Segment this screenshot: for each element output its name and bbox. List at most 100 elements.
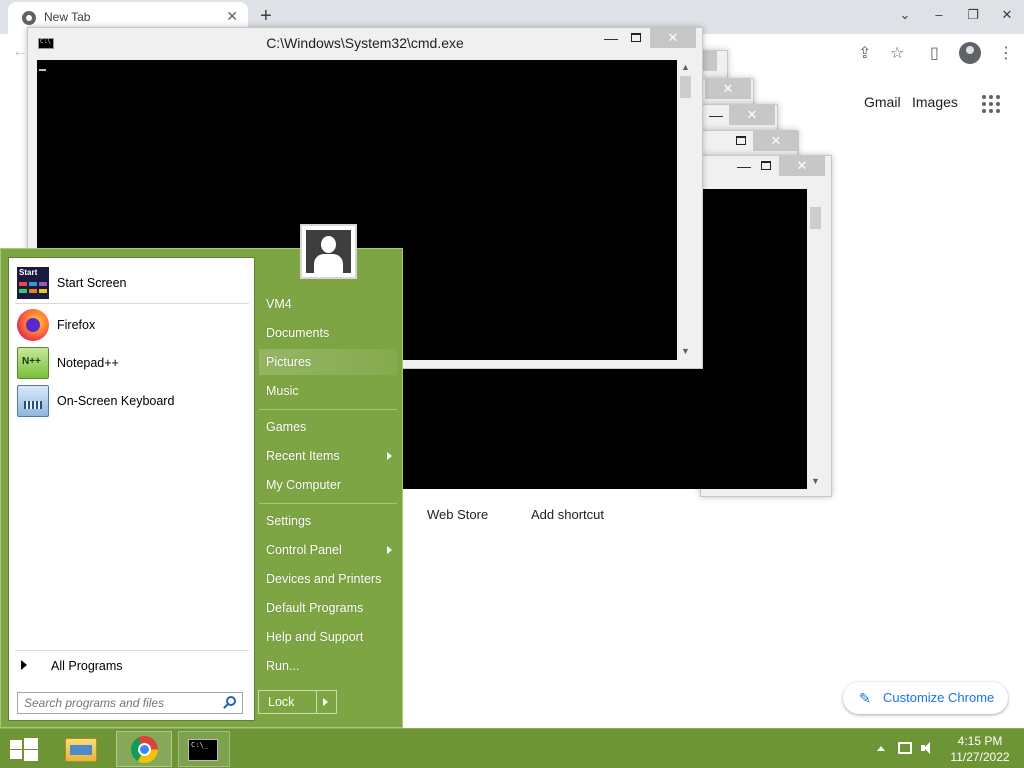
user-body-icon — [314, 254, 343, 273]
place-pictures[interactable]: Pictures — [259, 349, 397, 375]
place-games[interactable]: Games — [259, 414, 397, 440]
user-avatar[interactable] — [300, 224, 357, 279]
back-arrow-icon[interactable]: ← — [12, 43, 28, 61]
maximize-icon[interactable] — [631, 33, 641, 42]
console-area[interactable] — [703, 189, 807, 489]
scrollbar[interactable]: ▼ — [807, 189, 825, 489]
place-help-support[interactable]: Help and Support — [259, 624, 397, 650]
close-icon[interactable]: ✕ — [779, 156, 825, 176]
cmd-window-back[interactable]: — ✕ ▼ — [700, 155, 832, 497]
taskbar-cmd[interactable] — [178, 731, 230, 767]
chrome-favicon-icon — [22, 11, 36, 25]
lock-button[interactable]: Lock — [258, 690, 337, 714]
start-menu: Start Start Screen Firefox Notepad++ On-… — [0, 224, 403, 728]
place-my-computer[interactable]: My Computer — [259, 472, 397, 498]
place-run[interactable]: Run... — [259, 653, 397, 679]
program-notepad-plus-plus[interactable]: Notepad++ — [15, 344, 249, 382]
pencil-icon: ✎ — [859, 690, 871, 706]
gmail-link[interactable]: Gmail — [864, 94, 901, 110]
close-icon[interactable]: ✕ — [650, 28, 696, 48]
side-panel-icon[interactable]: ▯ — [930, 43, 939, 63]
new-tab-button[interactable]: + — [260, 5, 272, 28]
volume-icon[interactable] — [921, 741, 930, 755]
cmd-titlebar[interactable]: C:\Windows\System32\cmd.exe — ✕ — [28, 28, 702, 58]
restore-button[interactable]: ❐ — [956, 0, 990, 32]
scroll-down-icon[interactable]: ▼ — [811, 476, 820, 486]
tab-close-icon[interactable]: ✕ — [226, 8, 238, 25]
window-controls: ⌄ – ❐ ✕ — [888, 0, 1024, 32]
taskbar-chrome[interactable] — [116, 731, 172, 767]
place-music[interactable]: Music — [259, 378, 397, 404]
place-user[interactable]: VM4 — [259, 291, 397, 317]
power-options-arrow-icon[interactable] — [323, 698, 328, 706]
maximize-icon[interactable] — [736, 136, 746, 145]
minimize-icon[interactable]: — — [709, 107, 723, 123]
user-head-icon — [321, 236, 336, 253]
minimize-icon[interactable]: — — [737, 158, 751, 174]
scrollbar[interactable]: ▲ ▼ — [677, 60, 695, 360]
clock-time: 4:15 PM — [957, 734, 1003, 748]
program-firefox[interactable]: Firefox — [15, 306, 249, 344]
scrollbar-thumb[interactable] — [680, 76, 691, 98]
customize-chrome-button[interactable]: ✎ Customize Chrome — [843, 682, 1008, 714]
search-icon[interactable] — [226, 696, 236, 706]
scrollbar-thumb[interactable] — [810, 207, 821, 229]
google-apps-icon[interactable] — [982, 95, 1000, 113]
notepad-plus-plus-icon — [17, 347, 49, 379]
place-recent-items[interactable]: Recent Items — [259, 443, 397, 469]
scroll-down-icon[interactable]: ▼ — [681, 346, 690, 356]
control-panel-label: Control Panel — [266, 543, 342, 557]
customize-chrome-label: Customize Chrome — [883, 690, 995, 705]
keyboard-icon — [17, 385, 49, 417]
program-label: Notepad++ — [57, 356, 119, 370]
divider — [259, 409, 397, 410]
recent-items-label: Recent Items — [266, 449, 340, 463]
start-search-box[interactable] — [17, 692, 243, 714]
minimize-icon[interactable]: — — [604, 30, 618, 46]
place-documents[interactable]: Documents — [259, 320, 397, 346]
network-icon[interactable] — [898, 742, 912, 754]
taskbar-file-explorer[interactable] — [57, 731, 105, 767]
submenu-arrow-icon — [387, 452, 392, 460]
lock-label: Lock — [268, 695, 295, 709]
tab-search-button[interactable]: ⌄ — [888, 0, 922, 32]
program-start-screen[interactable]: Start Start Screen — [15, 264, 249, 302]
maximize-icon[interactable] — [761, 161, 771, 170]
close-icon[interactable]: ✕ — [753, 131, 799, 151]
program-on-screen-keyboard[interactable]: On-Screen Keyboard — [15, 382, 249, 420]
shortcut-add[interactable]: Add shortcut — [531, 507, 604, 522]
start-menu-programs-pane: Start Start Screen Firefox Notepad++ On-… — [8, 257, 255, 721]
place-settings[interactable]: Settings — [259, 508, 397, 534]
cmd-window-title: C:\Windows\System32\cmd.exe — [266, 35, 464, 51]
program-label: Firefox — [57, 318, 96, 332]
windows-start-icon[interactable] — [10, 738, 38, 761]
text-cursor — [39, 69, 46, 71]
divider — [259, 503, 397, 504]
taskbar: 4:15 PM 11/27/2022 — [0, 728, 1024, 768]
all-programs-button[interactable]: All Programs — [17, 656, 247, 676]
chrome-icon — [131, 736, 158, 763]
divider — [15, 303, 249, 304]
system-clock[interactable]: 4:15 PM 11/27/2022 — [946, 733, 1014, 765]
place-devices-printers[interactable]: Devices and Printers — [259, 566, 397, 592]
shortcut-web-store[interactable]: Web Store — [427, 507, 488, 522]
triangle-right-icon — [21, 660, 27, 670]
tab-title: New Tab — [44, 10, 91, 24]
place-control-panel[interactable]: Control Panel — [259, 537, 397, 563]
close-icon[interactable]: ✕ — [705, 79, 751, 99]
profile-avatar-icon[interactable] — [959, 42, 981, 64]
share-icon[interactable]: ⇪ — [858, 43, 871, 63]
search-input[interactable] — [18, 693, 216, 713]
chrome-menu-icon[interactable]: ⋮ — [998, 43, 1014, 63]
close-button[interactable]: ✕ — [990, 0, 1024, 32]
close-icon[interactable]: ✕ — [729, 105, 775, 125]
images-link[interactable]: Images — [912, 94, 958, 110]
scroll-up-icon[interactable]: ▲ — [681, 62, 690, 72]
all-programs-label: All Programs — [51, 659, 123, 673]
divider — [15, 650, 249, 651]
bookmark-star-icon[interactable]: ☆ — [890, 43, 904, 63]
divider — [316, 691, 317, 713]
show-hidden-icons-icon[interactable] — [877, 746, 885, 751]
place-default-programs[interactable]: Default Programs — [259, 595, 397, 621]
minimize-button[interactable]: – — [922, 0, 956, 32]
